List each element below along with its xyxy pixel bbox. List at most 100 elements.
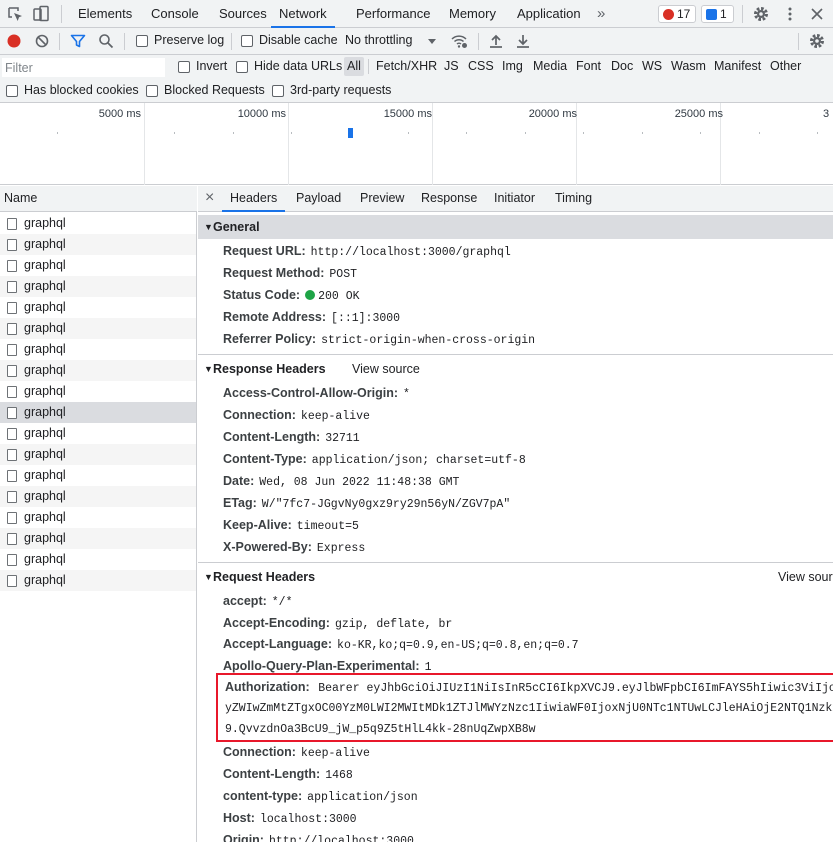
request-row[interactable]: graphql — [0, 486, 196, 507]
tab-console[interactable]: Console — [151, 0, 199, 28]
clear-icon[interactable] — [33, 32, 51, 50]
request-row[interactable]: graphql — [0, 234, 196, 255]
type-filter-ws[interactable]: WS — [639, 57, 665, 76]
header-row[interactable]: Request Method: POST — [223, 262, 357, 284]
type-filter-manifest[interactable]: Manifest — [711, 57, 764, 76]
request-row[interactable]: graphql — [0, 360, 196, 381]
type-filter-doc[interactable]: Doc — [608, 57, 636, 76]
filter-input[interactable] — [2, 58, 165, 77]
type-filter-font[interactable]: Font — [573, 57, 604, 76]
type-filter-other[interactable]: Other — [767, 57, 804, 76]
header-row[interactable]: Origin: http://localhost:3000 — [223, 829, 414, 842]
chevron-down-icon[interactable] — [425, 32, 439, 50]
filter-icon[interactable] — [69, 32, 87, 50]
authorization-header-row[interactable]: Authorization: Bearer eyJhbGciOiJIUzI1Ni… — [225, 680, 833, 695]
header-row[interactable]: X-Powered-By: Express — [223, 536, 365, 558]
tab-performance[interactable]: Performance — [356, 0, 430, 28]
header-row[interactable]: Accept-Language: ko-KR,ko;q=0.9,en-US;q=0… — [223, 633, 579, 655]
export-har-download-icon[interactable] — [514, 32, 532, 50]
name-column-header[interactable]: Name — [0, 186, 197, 212]
invert-label[interactable]: Invert — [196, 59, 227, 73]
import-har-upload-icon[interactable] — [487, 32, 505, 50]
preserve-log-label[interactable]: Preserve log — [154, 33, 224, 47]
request-view-source-link[interactable]: View sourc — [778, 565, 833, 589]
tab-response[interactable]: Response — [419, 186, 479, 212]
header-row[interactable]: Access-Control-Allow-Origin: * — [223, 382, 410, 404]
network-settings-gear-icon[interactable] — [808, 32, 826, 50]
type-filter-img[interactable]: Img — [499, 57, 526, 76]
tab-initiator[interactable]: Initiator — [492, 186, 537, 212]
close-details-icon[interactable]: × — [203, 186, 216, 212]
throttling-select[interactable]: No throttling — [345, 33, 412, 47]
more-tabs-button[interactable]: » — [597, 0, 605, 28]
third-party-requests-checkbox[interactable] — [272, 85, 284, 97]
inspect-element-icon[interactable] — [6, 5, 24, 23]
header-row[interactable]: Content-Length: 1468 — [223, 763, 353, 785]
response-headers-section-header[interactable]: ▼ Response Headers View source — [198, 357, 833, 381]
disable-cache-checkbox[interactable] — [241, 35, 253, 47]
disable-cache-label[interactable]: Disable cache — [259, 33, 338, 47]
request-row[interactable]: graphql — [0, 339, 196, 360]
response-view-source-link[interactable]: View source — [352, 357, 420, 381]
header-row[interactable]: Keep-Alive: timeout=5 — [223, 514, 359, 536]
type-filter-wasm[interactable]: Wasm — [668, 57, 709, 76]
has-blocked-cookies-checkbox[interactable] — [6, 85, 18, 97]
tab-application[interactable]: Application — [517, 0, 581, 28]
record-icon[interactable] — [5, 32, 23, 50]
header-row[interactable]: Connection: keep-alive — [223, 404, 370, 426]
blocked-requests-label[interactable]: Blocked Requests — [164, 83, 265, 97]
has-blocked-cookies-label[interactable]: Has blocked cookies — [24, 83, 139, 97]
header-row[interactable]: Referrer Policy: strict-origin-when-cross… — [223, 328, 535, 350]
header-row[interactable]: Remote Address: [::1]:3000 — [223, 306, 400, 328]
request-row[interactable]: graphql — [0, 297, 196, 318]
type-filter-all[interactable]: All — [344, 57, 364, 76]
tab-timing[interactable]: Timing — [553, 186, 594, 212]
hide-data-urls-label[interactable]: Hide data URLs — [254, 59, 342, 73]
header-row[interactable]: accept: */* — [223, 590, 293, 612]
request-row[interactable]: graphql — [0, 507, 196, 528]
device-toolbar-icon[interactable] — [32, 5, 50, 23]
request-row[interactable]: graphql — [0, 570, 196, 591]
errors-badge[interactable]: 17 — [658, 5, 696, 23]
hide-data-urls-checkbox[interactable] — [236, 61, 248, 73]
header-row[interactable]: Date: Wed, 08 Jun 2022 11:48:38 GMT — [223, 470, 459, 492]
tab-elements[interactable]: Elements — [78, 0, 132, 28]
request-row[interactable]: graphql — [0, 465, 196, 486]
header-row[interactable]: Accept-Encoding: gzip, deflate, br — [223, 612, 452, 634]
header-row[interactable]: Content-Type: application/json; charset=u… — [223, 448, 526, 470]
header-row[interactable]: Connection: keep-alive — [223, 741, 370, 763]
settings-gear-icon[interactable] — [752, 5, 770, 23]
request-headers-section-header[interactable]: ▼ Request Headers View sourc — [198, 565, 833, 589]
tab-network[interactable]: Network — [271, 0, 335, 28]
type-filter-media[interactable]: Media — [530, 57, 570, 76]
type-filter-css[interactable]: CSS — [465, 57, 497, 76]
third-party-requests-label[interactable]: 3rd-party requests — [290, 83, 391, 97]
request-row[interactable]: graphql — [0, 549, 196, 570]
request-row[interactable]: graphql — [0, 423, 196, 444]
type-filter-js[interactable]: JS — [441, 57, 462, 76]
tab-preview[interactable]: Preview — [358, 186, 406, 212]
tab-sources[interactable]: Sources — [219, 0, 267, 28]
request-row[interactable]: graphql — [0, 381, 196, 402]
header-row[interactable]: Status Code: 200 OK — [223, 284, 360, 306]
type-filter-fetch-xhr[interactable]: Fetch/XHR — [373, 57, 440, 76]
messages-badge[interactable]: 1 — [701, 5, 734, 23]
tab-memory[interactable]: Memory — [449, 0, 496, 28]
request-row[interactable]: graphql — [0, 444, 196, 465]
tab-payload[interactable]: Payload — [294, 186, 343, 212]
request-row[interactable]: graphql — [0, 255, 196, 276]
header-row[interactable]: ETag: W/"7fc7-JGgvNy0gxz9ry29n56yN/ZGV7pA… — [223, 492, 510, 514]
network-overview-timeline[interactable]: 5000 ms 10000 ms 15000 ms 20000 ms 25000… — [0, 103, 833, 185]
search-icon[interactable] — [97, 32, 115, 50]
request-row[interactable]: graphql — [0, 402, 196, 423]
request-row[interactable]: graphql — [0, 213, 196, 234]
network-conditions-wifi-icon[interactable] — [450, 32, 468, 50]
request-row[interactable]: graphql — [0, 276, 196, 297]
blocked-requests-checkbox[interactable] — [146, 85, 158, 97]
general-section-header[interactable]: ▼ General — [198, 215, 833, 239]
header-row[interactable]: Request URL: http://localhost:3000/graphq… — [223, 240, 511, 262]
close-devtools-icon[interactable] — [808, 5, 826, 23]
header-row[interactable]: Host: localhost:3000 — [223, 807, 357, 829]
tab-headers[interactable]: Headers — [222, 186, 286, 212]
preserve-log-checkbox[interactable] — [136, 35, 148, 47]
